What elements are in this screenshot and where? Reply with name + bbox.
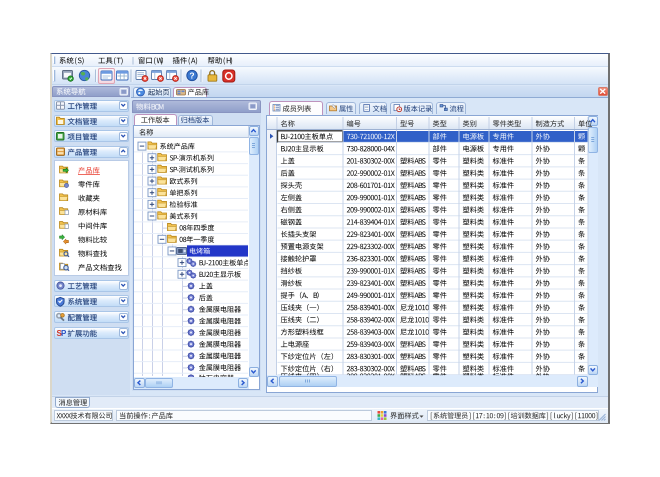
svg-text:P: P (61, 329, 67, 338)
svg-text:?: ? (189, 71, 194, 81)
